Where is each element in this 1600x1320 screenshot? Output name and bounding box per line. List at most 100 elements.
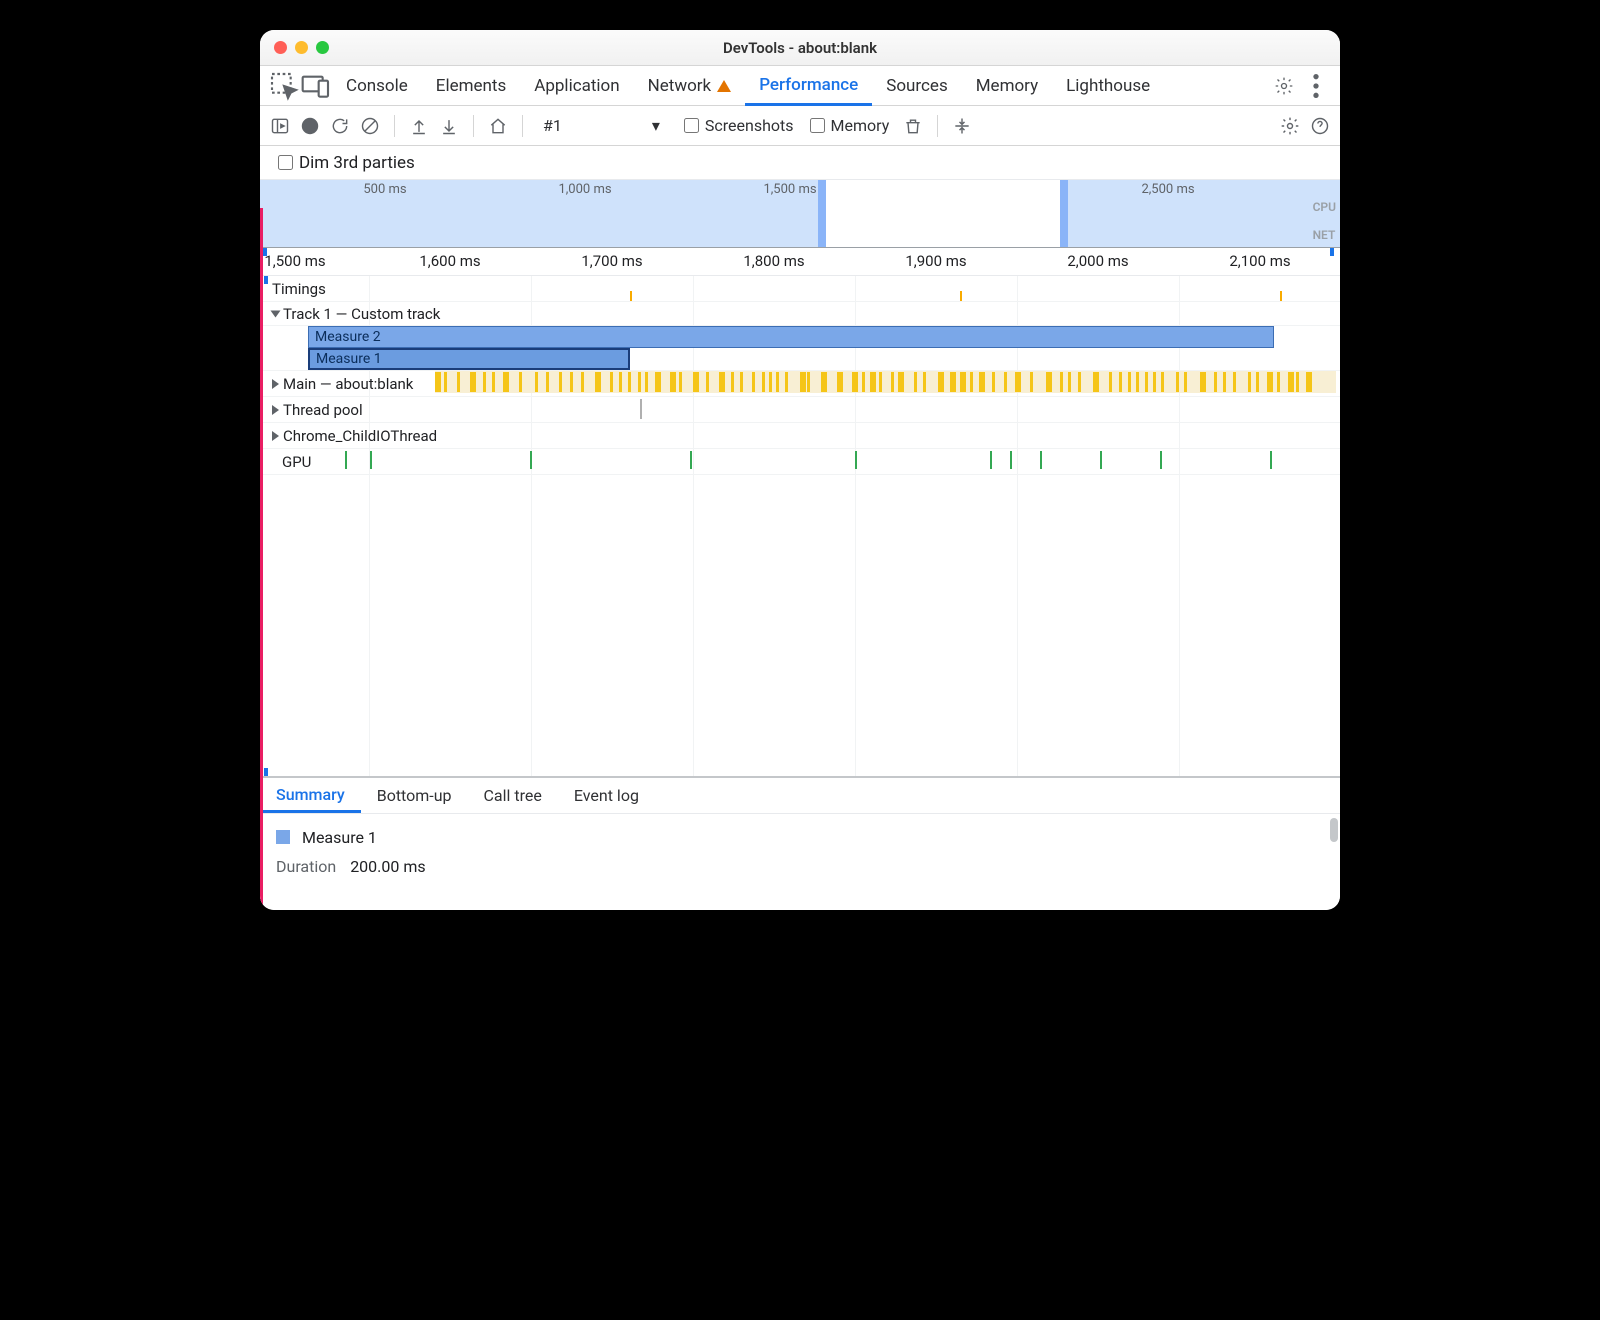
tab-elements[interactable]: Elements [422, 66, 520, 105]
overview-timeline[interactable]: 500 ms 1,000 ms 1,500 ms 2,000 ms 2,500 … [260, 180, 1340, 248]
measure-bar-2[interactable]: Measure 2 [308, 326, 1274, 348]
measure-name: Measure 2 [315, 329, 381, 345]
overview-ticks: 500 ms 1,000 ms 1,500 ms 2,000 ms 2,500 … [260, 182, 1340, 198]
tab-label: Network [648, 76, 712, 96]
summary-title: Measure 1 [302, 828, 377, 847]
toggle-sidebar-icon[interactable] [268, 114, 292, 138]
details-tab-bottom-up[interactable]: Bottom-up [361, 778, 468, 813]
home-icon[interactable] [486, 114, 510, 138]
thread-pool-label: Thread pool [283, 401, 363, 419]
close-window-button[interactable] [274, 41, 287, 54]
child-io-track[interactable]: Chrome_ChildIOThread [260, 423, 1340, 449]
zoom-window-button[interactable] [316, 41, 329, 54]
custom-track-header[interactable]: Track 1 — Custom track [260, 302, 1340, 326]
tab-label: Console [346, 76, 408, 96]
tab-label: Call tree [484, 786, 542, 805]
ruler-end-marker [1330, 248, 1334, 256]
main-activity-stripes [435, 371, 1336, 393]
tab-network[interactable]: Network [634, 66, 746, 105]
overview-net-label: NET [1313, 228, 1336, 242]
overview-tick: 1,000 ms [558, 182, 611, 197]
overview-tick: 1,500 ms [763, 182, 816, 197]
measure-bar-1[interactable]: Measure 1 [308, 348, 630, 370]
disclosure-triangle-icon[interactable] [272, 431, 279, 441]
dim-3rd-parties-input[interactable] [278, 155, 293, 170]
details-tab-call-tree[interactable]: Call tree [468, 778, 558, 813]
screenshots-label: Screenshots [705, 116, 794, 135]
details-tab-event-log[interactable]: Event log [558, 778, 655, 813]
child-io-label: Chrome_ChildIOThread [283, 427, 437, 445]
tab-lighthouse[interactable]: Lighthouse [1052, 66, 1164, 105]
minimize-window-button[interactable] [295, 41, 308, 54]
panel-tabs: Console Elements Application Network Per… [260, 66, 1340, 106]
settings-icon[interactable] [1268, 70, 1300, 102]
summary-title-row: Measure 1 [276, 828, 1324, 847]
details-tab-summary[interactable]: Summary [260, 778, 361, 813]
tab-label: Bottom-up [377, 786, 452, 805]
more-icon[interactable] [1300, 70, 1332, 102]
summary-duration-row: Duration 200.00 ms [276, 857, 1324, 876]
scrollbar-thumb[interactable] [1330, 818, 1338, 842]
ruler-tick: 1,800 ms [743, 252, 804, 270]
device-toolbar-icon[interactable] [300, 70, 332, 102]
summary-duration-value: 200.00 ms [350, 857, 425, 876]
disclosure-triangle-icon[interactable] [272, 405, 279, 415]
titlebar: DevTools - about:blank [260, 30, 1340, 66]
details-tabs: Summary Bottom-up Call tree Event log [260, 778, 1340, 814]
memory-label: Memory [831, 116, 890, 135]
gc-icon[interactable] [901, 114, 925, 138]
window-controls [274, 41, 329, 54]
tab-console[interactable]: Console [332, 66, 422, 105]
upload-icon[interactable] [407, 114, 431, 138]
inspect-icon[interactable] [268, 70, 300, 102]
dim-3rd-parties-label: Dim 3rd parties [299, 153, 415, 173]
collapse-icon[interactable] [950, 114, 974, 138]
tab-memory[interactable]: Memory [962, 66, 1052, 105]
tab-sources[interactable]: Sources [872, 66, 961, 105]
reload-record-button[interactable] [328, 114, 352, 138]
disclosure-triangle-icon[interactable] [271, 310, 281, 317]
flame-chart[interactable]: Timings Track 1 — Custom track Measure 2… [260, 276, 1340, 776]
timeline-ruler[interactable]: 1,500 ms 1,600 ms 1,700 ms 1,800 ms 1,90… [260, 248, 1340, 276]
overview-tick: 2,500 ms [1141, 182, 1194, 197]
details-panel: Summary Bottom-up Call tree Event log Me… [260, 776, 1340, 910]
timings-track[interactable]: Timings [260, 276, 1340, 302]
summary-body: Measure 1 Duration 200.00 ms [260, 814, 1340, 890]
devtools-window: DevTools - about:blank Console Elements … [260, 30, 1340, 910]
recording-dropdown[interactable]: #1 ▾ [535, 116, 668, 135]
custom-track-label: Track 1 — Custom track [283, 305, 440, 323]
help-icon[interactable] [1308, 114, 1332, 138]
screenshots-input[interactable] [684, 118, 699, 133]
ruler-start-marker [263, 248, 267, 256]
capture-settings-icon[interactable] [1278, 114, 1302, 138]
timeline-left-edge [260, 208, 263, 910]
ruler-tick: 2,100 ms [1229, 252, 1290, 270]
tab-label: Elements [436, 76, 506, 96]
tab-performance[interactable]: Performance [745, 67, 872, 106]
memory-input[interactable] [810, 118, 825, 133]
measure-row: Measure 2 [260, 326, 1340, 348]
tab-label: Lighthouse [1066, 76, 1150, 96]
overview-selection[interactable] [818, 180, 1068, 247]
dim-3rd-parties-checkbox[interactable]: Dim 3rd parties [278, 153, 415, 173]
tab-label: Application [534, 76, 619, 96]
download-icon[interactable] [437, 114, 461, 138]
performance-toolbar: #1 ▾ Screenshots Memory [260, 106, 1340, 146]
main-track[interactable]: Main — about:blank [260, 371, 1340, 397]
thread-pool-track[interactable]: Thread pool [260, 397, 1340, 423]
summary-duration-label: Duration [276, 857, 336, 876]
gpu-track[interactable]: GPU [260, 449, 1340, 475]
window-title: DevTools - about:blank [260, 39, 1340, 57]
timing-marker [630, 291, 632, 301]
timings-label: Timings [260, 280, 326, 298]
tab-label: Memory [976, 76, 1038, 96]
tab-application[interactable]: Application [520, 66, 633, 105]
record-button[interactable] [298, 114, 322, 138]
clear-button[interactable] [358, 114, 382, 138]
screenshots-checkbox[interactable]: Screenshots [684, 116, 794, 135]
ruler-tick: 1,500 ms [264, 252, 325, 270]
threadpool-tick [640, 399, 642, 419]
memory-checkbox[interactable]: Memory [810, 116, 890, 135]
disclosure-triangle-icon[interactable] [272, 379, 279, 389]
chevron-down-icon: ▾ [652, 116, 660, 135]
